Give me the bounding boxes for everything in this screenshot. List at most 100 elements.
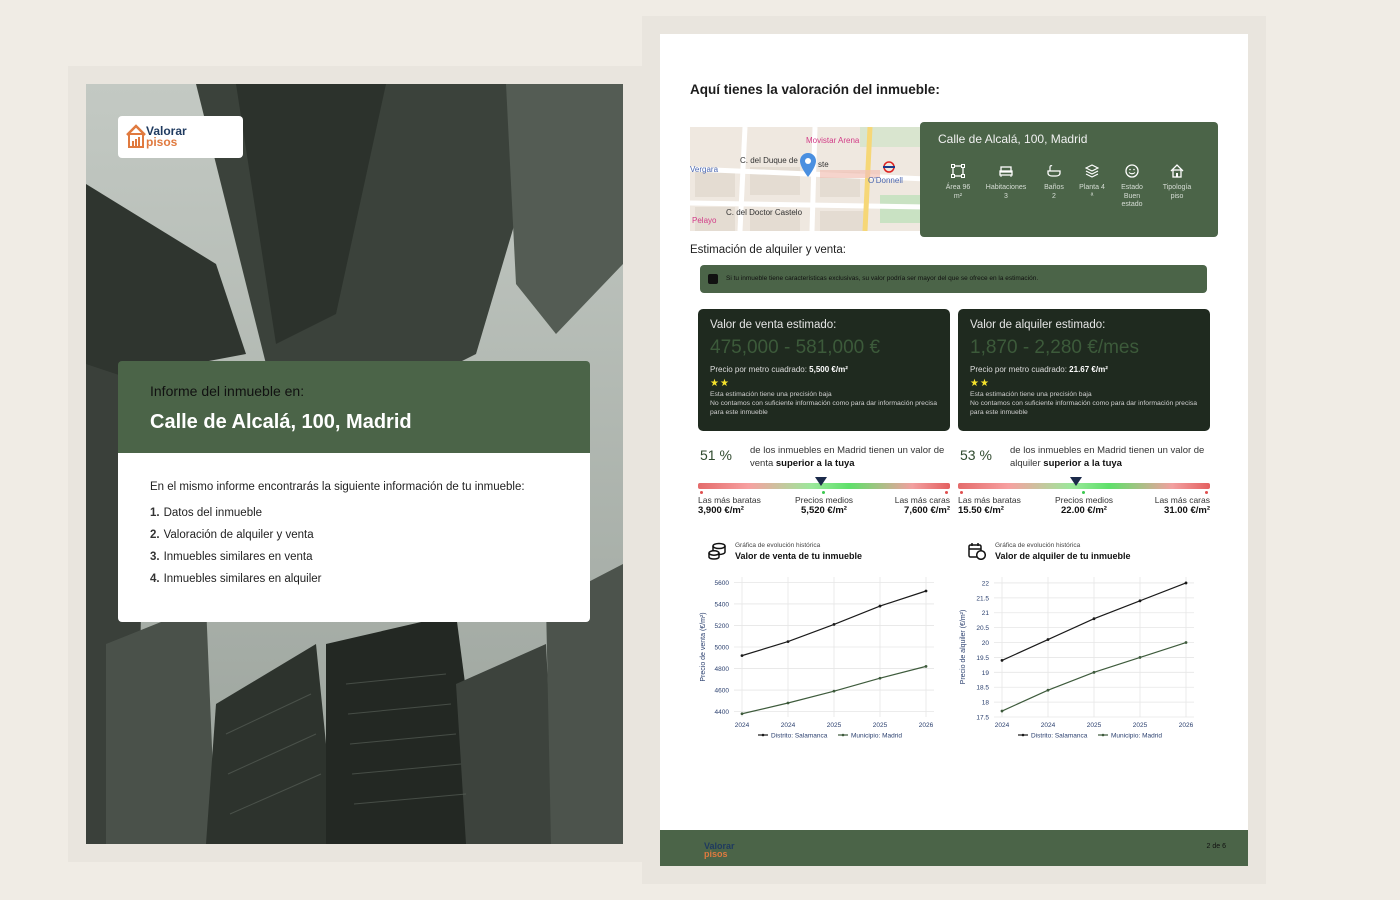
data-point	[740, 654, 744, 658]
estimation-title: Estimación de alquiler y venta:	[690, 244, 846, 256]
sale-percent: 51 %	[700, 447, 732, 463]
rent-precision-note: Esta estimación tiene una precisión baja…	[970, 391, 1198, 416]
data-point	[924, 664, 928, 668]
x-tick-label: 2025	[827, 722, 842, 729]
x-tick-label: 2025	[1087, 722, 1102, 729]
sale-price-per-m2: Precio por metro cuadrado: 5,500 €/m²	[710, 365, 848, 374]
area-icon	[951, 164, 965, 178]
sale-title: Valor de venta estimado:	[710, 319, 837, 331]
data-point	[1000, 659, 1004, 662]
cover-contents-list: 1. Datos del inmueble 2. Valoración de alq…	[150, 507, 558, 585]
legend-marker	[841, 733, 845, 737]
x-tick-label: 2025	[1133, 722, 1148, 729]
cover-heading-small: Informe del inmueble en:	[150, 383, 305, 399]
contents-item: 3. Inmuebles similares en venta	[150, 551, 313, 563]
x-tick-label: 2024	[781, 722, 796, 729]
rent-price-per-m2: Precio por metro cuadrado: 21.67 €/m²	[970, 365, 1108, 374]
map-label: Pelayo	[692, 216, 717, 225]
location-pin-icon	[800, 153, 816, 177]
location-map[interactable]: Movistar Arena C. del Duque de ste Verga…	[690, 127, 927, 231]
feature-bedrooms: Habitaciones 3	[982, 164, 1030, 201]
y-tick-label: 5600	[715, 580, 730, 587]
footer-logo: Valorar pisos	[704, 841, 735, 859]
bath-icon	[1047, 164, 1061, 177]
y-tick-label: 21	[982, 610, 990, 617]
y-tick-label: 20.5	[976, 625, 989, 632]
data-point	[786, 640, 790, 644]
y-tick-label: 20	[982, 640, 990, 647]
data-point	[1184, 641, 1188, 644]
legend-label: Municipio: Madrid	[1111, 732, 1162, 739]
house-chart-icon	[126, 124, 146, 148]
map-label: Movistar Arena	[806, 136, 860, 145]
y-tick-label: 4400	[715, 709, 730, 716]
data-point	[1046, 688, 1050, 692]
legend-marker	[761, 733, 765, 737]
sale-value-card: Valor de venta estimado: 475,000 - 581,0…	[698, 309, 950, 431]
info-notice: Si tu inmueble tiene características exc…	[700, 265, 1207, 293]
rent-percent-text: de los inmuebles en Madrid tienen un val…	[1010, 445, 1205, 469]
cover-heading-card: Informe del inmueble en: Calle de Alcalá…	[118, 361, 590, 453]
y-tick-label: 5200	[715, 623, 730, 630]
feature-condition: Estado Buen estado	[1108, 164, 1156, 210]
y-tick-label: 18	[982, 700, 990, 707]
cover-address: Calle de Alcalá, 100, Madrid	[150, 411, 412, 433]
bed-icon	[999, 166, 1013, 177]
legend-label: Distrito: Salamanca	[1031, 732, 1088, 739]
data-point	[1000, 709, 1004, 713]
info-icon	[708, 274, 718, 284]
sale-position-marker	[815, 477, 828, 486]
y-tick-label: 17.5	[976, 715, 989, 722]
metro-icon	[883, 161, 895, 173]
cover-intro: En el mismo informe encontrarás la sigui…	[150, 481, 525, 493]
y-tick-label: 22	[982, 580, 990, 587]
x-tick-label: 2024	[995, 722, 1010, 729]
y-tick-label: 4800	[715, 666, 730, 673]
sale-history-chart: 4400 4600 4800 5000 5200 5400 5600 2024 2024 2025…	[700, 577, 934, 739]
x-tick-label: 2026	[919, 722, 934, 729]
y-tick-label: 19.5	[976, 655, 989, 662]
logo-text-line2: pisos	[146, 135, 178, 149]
y-tick-label: 21.5	[976, 595, 989, 602]
cover-page: Valorar pisos Informe del inmueble en: C…	[86, 84, 623, 844]
rent-title: Valor de alquiler estimado:	[970, 319, 1106, 331]
page-footer: Valorar pisos 2 de 6	[660, 830, 1248, 866]
notice-text: Si tu inmueble tiene características exc…	[726, 275, 1039, 282]
rent-precision-stars: ★★	[970, 378, 990, 389]
data-point	[878, 604, 882, 608]
data-point	[832, 689, 836, 693]
map-label: C. del Doctor Castelo	[726, 208, 803, 217]
map-label: C. del Duque de	[740, 156, 798, 165]
map-label: Vergara	[690, 165, 719, 174]
data-point	[924, 589, 928, 593]
legend-marker	[1021, 733, 1025, 737]
legend-marker	[1101, 733, 1105, 737]
feature-type: Tipología piso	[1153, 164, 1201, 201]
rent-range: 1,870 - 2,280 €/mes	[970, 337, 1139, 358]
home-icon	[1170, 164, 1184, 178]
contents-item: 2. Valoración de alquiler y venta	[150, 529, 314, 541]
y-tick-label: 19	[982, 670, 990, 677]
data-point	[740, 712, 744, 716]
sale-percent-text: de los inmuebles en Madrid tienen un val…	[750, 445, 945, 469]
feature-area: Área 96 m²	[934, 164, 982, 201]
y-axis-label: Precio de alquiler (€/m²)	[960, 610, 967, 685]
rent-history-chart: 17.5 18 18.5 19 19.5 20 20.5 21 21.5 22 2024 2024 20…	[960, 577, 1194, 739]
data-point	[786, 701, 790, 705]
coins-icon	[708, 542, 726, 560]
rent-percent: 53 %	[960, 447, 992, 463]
report-page: Aquí tienes la valoración del inmueble:	[660, 34, 1248, 866]
x-tick-label: 2024	[1041, 722, 1056, 729]
rent-price-bar	[958, 477, 1210, 494]
legend-label: Municipio: Madrid	[851, 732, 902, 739]
map-label: O'Donnell	[868, 176, 903, 185]
x-tick-label: 2025	[873, 722, 888, 729]
map-label: ste	[818, 160, 829, 169]
data-point	[1138, 599, 1142, 603]
y-tick-label: 4600	[715, 688, 730, 695]
calendar-money-icon	[968, 543, 986, 560]
y-axis-label: Precio de venta (€/m²)	[700, 612, 707, 681]
layers-icon	[1085, 164, 1099, 178]
cover-logo: Valorar pisos	[118, 116, 243, 158]
property-card: Calle de Alcalá, 100, Madrid Área 96 m² H…	[920, 122, 1218, 237]
